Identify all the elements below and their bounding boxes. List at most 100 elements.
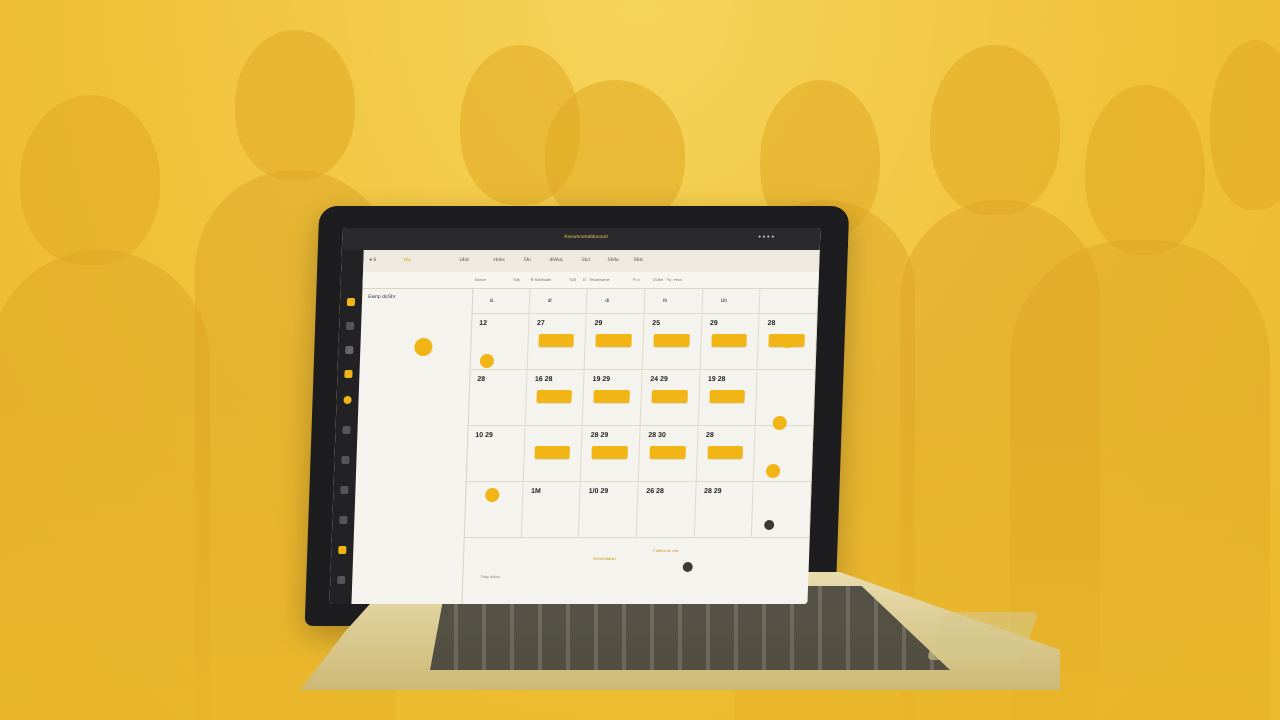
list-icon[interactable] bbox=[346, 322, 355, 330]
side-label: Ewnp doSbr bbox=[368, 294, 396, 300]
day-number: 29 bbox=[709, 320, 718, 327]
calendar-cell[interactable]: 12 bbox=[469, 314, 530, 370]
day-number: 28 29 bbox=[590, 432, 609, 439]
footer-link[interactable]: Fudlea de rda bbox=[653, 548, 678, 553]
calendar-cell[interactable]: 1M bbox=[521, 482, 582, 538]
calendar-cell[interactable]: 19 28 bbox=[698, 370, 758, 426]
day-number: 19 28 bbox=[707, 376, 726, 383]
event-block[interactable] bbox=[591, 446, 628, 459]
toolbar-item-5[interactable]: Sfu bbox=[523, 257, 531, 263]
document-icon[interactable] bbox=[414, 338, 433, 356]
settings-icon[interactable] bbox=[342, 426, 351, 434]
toolbar-item-7[interactable]: Stcl bbox=[581, 257, 590, 263]
day-number: 28 29 bbox=[703, 488, 722, 495]
toolbar-item-1[interactable]: ♦ 6 bbox=[369, 257, 376, 263]
event-block[interactable] bbox=[711, 334, 748, 347]
column-header[interactable]: Oxlhe · Yu ·eecv bbox=[653, 277, 683, 282]
toolbar-item-6[interactable]: diWuL bbox=[549, 257, 563, 263]
column-header[interactable]: Fi·o bbox=[633, 277, 640, 282]
weekday-label: dl bbox=[547, 298, 552, 304]
event-block[interactable] bbox=[651, 390, 688, 403]
column-header[interactable]: Tiz5 bbox=[569, 277, 577, 282]
calendar-cell[interactable] bbox=[752, 482, 812, 538]
calendar-cell[interactable]: 19 29 bbox=[582, 370, 643, 426]
calendar-cell[interactable]: 28 29 bbox=[581, 426, 641, 482]
calendar-cell[interactable]: 28 bbox=[467, 370, 528, 426]
event-block[interactable] bbox=[593, 390, 630, 403]
users-icon[interactable] bbox=[340, 486, 349, 494]
folder-icon[interactable] bbox=[344, 370, 353, 378]
left-pane: Ewnp doSbr bbox=[351, 288, 474, 604]
day-number: 26 28 bbox=[646, 488, 665, 495]
day-number: 28 bbox=[477, 376, 486, 383]
weekday-cell: B. bbox=[471, 288, 531, 314]
window-controls[interactable]: ● ● ● ● bbox=[758, 234, 774, 240]
weekday-cell: dl bbox=[529, 288, 588, 314]
column-header[interactable]: D · Teoansome bbox=[583, 277, 610, 282]
weekday-cell: Uh bbox=[702, 288, 761, 314]
day-number: 28 30 bbox=[648, 432, 666, 439]
calendar-cell[interactable] bbox=[754, 426, 814, 482]
toolbar: ♦ 6 Wa Ubd Hokx Sfu diWuL Stcl Sbllu Sbt… bbox=[362, 250, 820, 273]
chart-icon[interactable] bbox=[345, 346, 354, 354]
status-dot-icon[interactable] bbox=[682, 562, 693, 572]
weekday-cell: di bbox=[586, 288, 646, 314]
event-block[interactable] bbox=[534, 446, 571, 459]
event-block[interactable] bbox=[595, 334, 632, 347]
calendar-cell[interactable]: 26 28 bbox=[636, 482, 697, 538]
column-header[interactable]: Nonce bbox=[475, 277, 487, 282]
calendar-cell[interactable]: 16 28 bbox=[525, 370, 585, 426]
calendar-cell[interactable]: 28 29 bbox=[694, 482, 755, 538]
calendar-cell[interactable] bbox=[755, 370, 816, 426]
day-number: 16 28 bbox=[534, 376, 553, 383]
event-block[interactable] bbox=[536, 390, 573, 403]
flag-icon[interactable] bbox=[346, 298, 356, 306]
calendar-icon[interactable] bbox=[341, 456, 350, 464]
day-number: 25 bbox=[652, 320, 661, 327]
toolbar-item-8[interactable]: Sbllu bbox=[607, 257, 618, 263]
column-header[interactable]: B Sobhuals bbox=[531, 277, 552, 282]
window-title: Ksewsrumaldusoutr bbox=[564, 234, 609, 240]
event-block[interactable] bbox=[653, 334, 690, 347]
calendar-cell[interactable]: 10 29 bbox=[465, 426, 526, 482]
bookmark-icon[interactable] bbox=[338, 546, 347, 554]
calendar-cell[interactable]: 27 bbox=[527, 314, 587, 370]
calendar-cell[interactable]: 29 bbox=[584, 314, 645, 370]
share-icon[interactable] bbox=[337, 576, 346, 584]
weekday-label: Ib bbox=[662, 298, 668, 304]
app-screen: Ksewsrumaldusoutr ● ● ● ● ♦ 6 Wa Ubd Hok… bbox=[329, 228, 821, 604]
footer-link[interactable]: Seeriedahan bbox=[593, 556, 616, 561]
event-block[interactable] bbox=[649, 446, 686, 459]
toolbar-item-2[interactable]: Wa bbox=[403, 257, 411, 263]
calendar-cell[interactable]: 28 30 bbox=[638, 426, 699, 482]
day-number: 19 29 bbox=[592, 376, 611, 383]
calendar-cell[interactable]: 29 bbox=[700, 314, 760, 370]
day-number: 1M bbox=[530, 488, 541, 495]
calendar-cell[interactable]: 1/0 29 bbox=[579, 482, 639, 538]
calendar-grid: B. dl di Ib Uh 12 27 29 25 29 28 28 16 28 19 29 24 29 1… bbox=[461, 288, 819, 604]
toolbar-item-3[interactable]: Ubd bbox=[459, 257, 468, 263]
calendar-cell[interactable]: 24 29 bbox=[640, 370, 701, 426]
event-block[interactable] bbox=[707, 446, 744, 459]
title-bar: Ksewsrumaldusoutr ● ● ● ● bbox=[341, 228, 821, 250]
weekday-label: Uh bbox=[720, 298, 728, 304]
event-block[interactable] bbox=[709, 390, 746, 403]
trackpad bbox=[926, 612, 1039, 660]
day-number: 12 bbox=[479, 320, 488, 327]
column-header[interactable]: Tcik bbox=[513, 277, 520, 282]
column-header-row: Nonce Tcik B Sobhuals Tiz5 D · Teoansome… bbox=[362, 272, 820, 289]
event-block[interactable] bbox=[538, 334, 575, 347]
calendar-cell[interactable]: 25 bbox=[642, 314, 703, 370]
calendar-cell[interactable]: 28 bbox=[696, 426, 756, 482]
calendar-cell[interactable] bbox=[523, 426, 583, 482]
day-number: 10 29 bbox=[475, 432, 493, 439]
archive-icon[interactable] bbox=[339, 516, 348, 524]
toolbar-item-9[interactable]: Sbtc bbox=[633, 257, 643, 263]
day-number: 29 bbox=[594, 320, 603, 327]
toolbar-item-4[interactable]: Hokx bbox=[493, 257, 505, 263]
day-number: 28 bbox=[767, 320, 776, 327]
footer-link[interactable]: Taay dulcic bbox=[480, 574, 500, 579]
weekday-cell: Ib bbox=[644, 288, 704, 314]
weekday-label: di bbox=[605, 298, 610, 304]
target-icon[interactable] bbox=[343, 396, 352, 404]
